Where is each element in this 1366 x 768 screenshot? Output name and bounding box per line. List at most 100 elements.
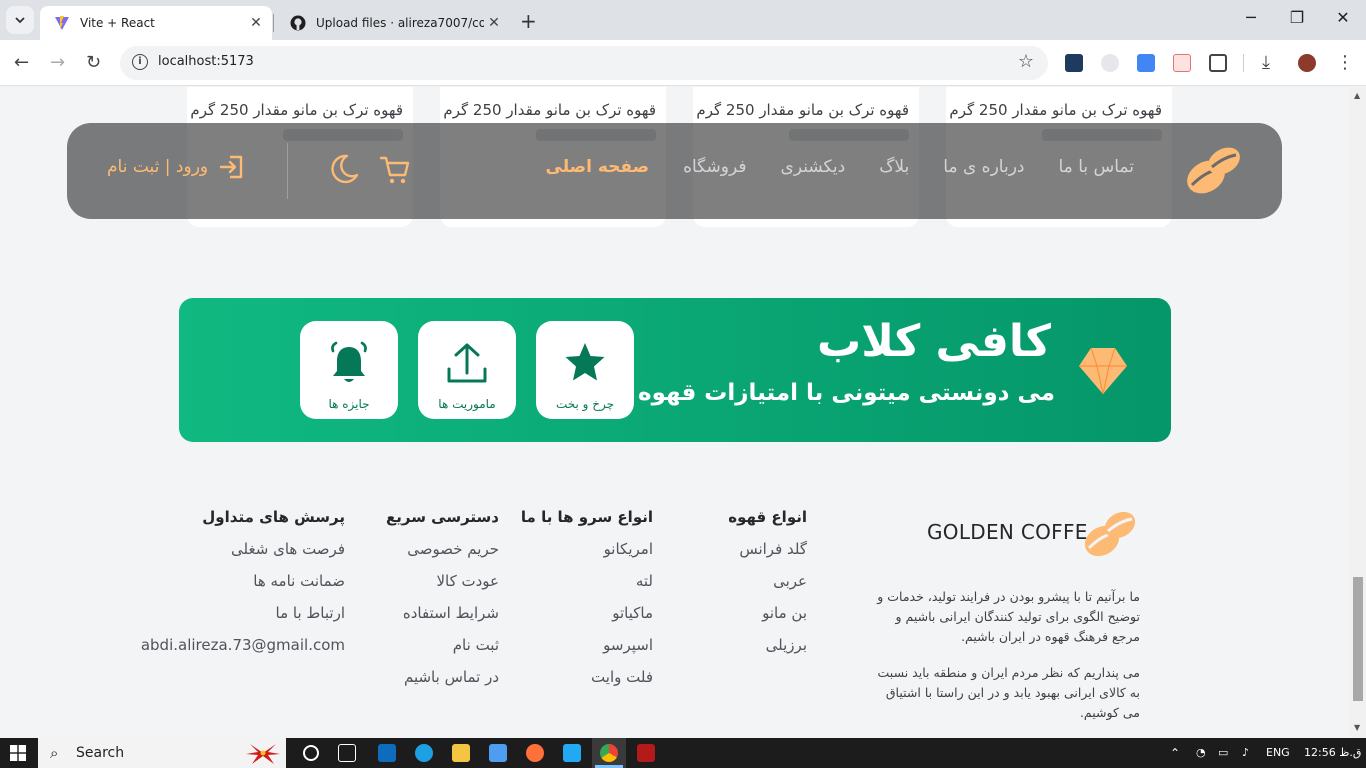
tab-search-button[interactable] (6, 6, 34, 34)
new-tab-icon[interactable]: + (520, 9, 537, 33)
chrome-icon[interactable] (600, 744, 618, 762)
close-icon[interactable]: ✕ (246, 15, 266, 31)
forward-icon[interactable]: → (50, 52, 65, 73)
footer-column-coffee-types: انواع قهوه گلد فرانس عربی بن مانو برزیلی (728, 508, 807, 668)
taskbar-search-box[interactable]: ⌕ Search (38, 738, 286, 768)
clock[interactable]: 12:56 ق.ظ (1304, 746, 1361, 759)
footer-link[interactable]: عربی (728, 572, 807, 604)
nav-item-dictionary[interactable]: دیکشنری (781, 157, 846, 177)
download-icon[interactable]: ⤓ (1262, 52, 1270, 73)
nav-item-contact[interactable]: تماس با ما (1059, 157, 1135, 177)
footer-link[interactable]: گلد فرانس (728, 540, 807, 572)
tab-separator (273, 14, 274, 32)
extensions-puzzle-icon[interactable] (1209, 54, 1227, 72)
coffee-beans-logo-icon[interactable] (1182, 141, 1244, 201)
bell-alarm-icon (331, 341, 367, 382)
omnibox[interactable]: i localhost:5173 ☆ (120, 46, 1048, 80)
tray-chevron-up-icon[interactable]: ⌃ (1170, 746, 1180, 760)
footer-link[interactable]: لته (521, 572, 653, 604)
moon-theme-icon[interactable] (329, 153, 359, 185)
footer-column-title: پرسش های متداول (202, 508, 345, 526)
footer-email-link[interactable]: abdi.alireza.73@gmail.com (141, 636, 345, 668)
widgets-icon[interactable] (338, 744, 356, 762)
footer-column-title: انواع قهوه (728, 508, 807, 526)
wifi-icon[interactable]: ◔ (1196, 746, 1206, 759)
outlook-icon[interactable] (378, 744, 396, 762)
vscode-icon[interactable] (563, 744, 581, 762)
address-bar-row: ← → ↻ i localhost:5173 ☆ ⤓ ⋮ (0, 40, 1366, 86)
window-close-icon[interactable]: ✕ (1320, 8, 1366, 27)
club-title: کافی کلاب (817, 316, 1051, 367)
main-navbar: صفحه اصلی فروشگاه دیکشنری بلاگ درباره ی … (67, 123, 1282, 219)
footer-link[interactable]: ثبت نام (386, 636, 499, 668)
product-name: قهوه ترک بن مانو مقدار 250 گرم (190, 101, 403, 119)
translate-extension-icon[interactable] (1137, 54, 1155, 72)
url-text[interactable]: localhost:5173 (158, 54, 254, 69)
github-icon (290, 15, 306, 31)
product-name: قهوه ترک بن مانو مقدار 250 گرم (949, 101, 1162, 119)
tab-title: Upload files · alireza7007/coffee (316, 16, 484, 30)
footer-link[interactable]: فرصت های شغلی (141, 540, 345, 572)
club-box-label: ماموریت ها (438, 397, 496, 411)
footer-link[interactable]: امریکانو (521, 540, 653, 572)
edge-icon[interactable] (415, 744, 433, 762)
footer-link[interactable]: بن مانو (728, 604, 807, 636)
store-icon[interactable] (489, 744, 507, 762)
minimize-icon[interactable]: ─ (1228, 8, 1274, 27)
footer-link[interactable]: اسپرسو (521, 636, 653, 668)
tab-upload-files[interactable]: Upload files · alireza7007/coffee ✕ (276, 6, 510, 40)
club-box-wheel[interactable]: چرخ و بخت (536, 321, 634, 419)
close-icon[interactable]: ✕ (484, 15, 504, 31)
footer-link[interactable]: فلت وایت (521, 668, 653, 700)
nav-item-blog[interactable]: بلاگ (879, 157, 909, 177)
page-scrollbar[interactable]: ▲ ▼ (1350, 87, 1366, 738)
upload-icon (447, 343, 487, 383)
nav-divider (287, 143, 288, 199)
footer-link[interactable]: در تماس باشیم (386, 668, 499, 700)
login-register-link[interactable]: ورود | ثبت نام (107, 153, 246, 181)
club-box-missions[interactable]: ماموریت ها (418, 321, 516, 419)
extension-icon[interactable] (1173, 54, 1191, 72)
footer-column-faq: پرسش های متداول فرصت های شغلی ضمانت نامه… (141, 508, 345, 668)
network-icon[interactable]: ▭ (1218, 746, 1228, 759)
tab-title: Vite + React (80, 16, 155, 30)
reload-icon[interactable]: ↻ (86, 52, 101, 73)
extension-icon[interactable] (1101, 54, 1119, 72)
scroll-down-icon[interactable]: ▼ (1354, 723, 1360, 732)
shopping-cart-icon[interactable] (379, 155, 411, 185)
firefox-icon[interactable] (526, 744, 544, 762)
nav-item-home[interactable]: صفحه اصلی (546, 157, 650, 177)
chevron-down-icon (15, 17, 25, 24)
footer-link[interactable]: ضمانت نامه ها (141, 572, 345, 604)
footer-column-quick-access: دسترسی سریع حریم خصوصی عودت کالا شرایط ا… (386, 508, 499, 700)
extension-icon[interactable] (1065, 54, 1083, 72)
bookmark-star-icon[interactable]: ☆ (1018, 51, 1034, 72)
nav-item-shop[interactable]: فروشگاه (683, 157, 746, 177)
footer-link[interactable]: برزیلی (728, 636, 807, 668)
restore-icon[interactable]: ❐ (1274, 8, 1320, 27)
volume-icon[interactable]: ♪ (1242, 746, 1249, 759)
footer-link[interactable]: ارتباط با ما (141, 604, 345, 636)
app-icon[interactable] (637, 744, 655, 762)
tab-vite-react[interactable]: Vite + React ✕ (40, 6, 272, 40)
task-view-icon[interactable] (303, 745, 319, 761)
footer-column-title: انواع سرو ها با ما (520, 508, 653, 526)
menu-kebab-icon[interactable]: ⋮ (1336, 52, 1354, 73)
footer-link[interactable]: حریم خصوصی (386, 540, 499, 572)
search-icon: ⌕ (50, 744, 59, 762)
back-icon[interactable]: ← (14, 52, 29, 73)
nav-item-about[interactable]: درباره ی ما (943, 157, 1024, 177)
site-info-icon[interactable]: i (132, 54, 148, 70)
footer-link[interactable]: عودت کالا (386, 572, 499, 604)
windows-start-icon[interactable] (10, 745, 26, 761)
footer-link[interactable]: ماکیاتو (521, 604, 653, 636)
footer-link[interactable]: شرایط استفاده (386, 604, 499, 636)
file-explorer-icon[interactable] (452, 744, 470, 762)
language-indicator[interactable]: ENG (1266, 746, 1290, 759)
login-arrow-icon (219, 155, 243, 179)
scroll-up-icon[interactable]: ▲ (1354, 91, 1360, 100)
profile-avatar[interactable] (1298, 54, 1316, 72)
scrollbar-thumb[interactable] (1353, 577, 1363, 701)
club-box-rewards[interactable]: جایزه ها (300, 321, 398, 419)
club-box-label: جایزه ها (328, 397, 370, 411)
